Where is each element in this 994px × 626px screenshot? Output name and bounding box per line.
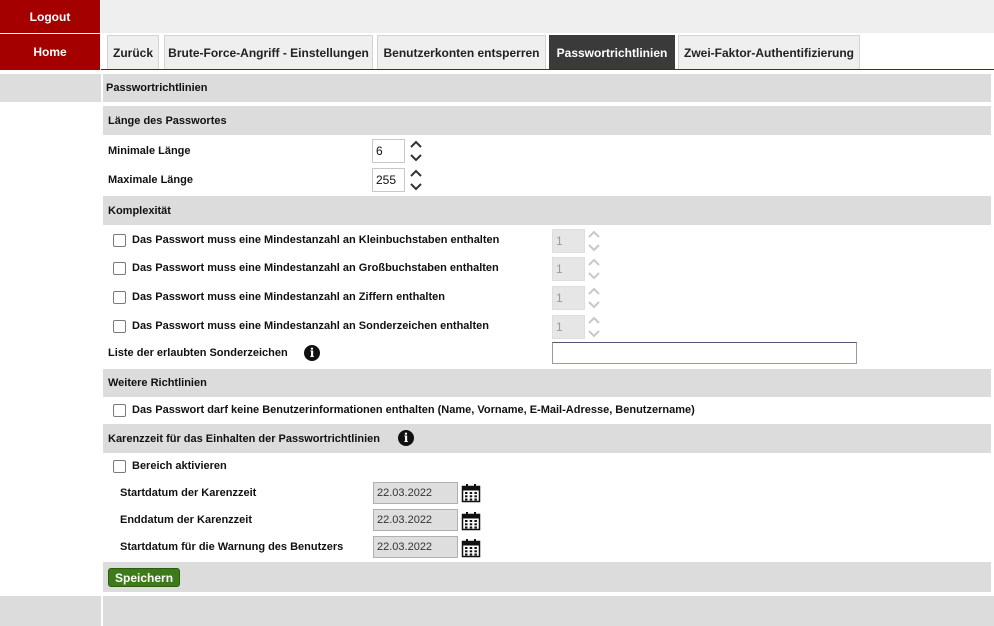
lowercase-min-stepper[interactable] [585, 229, 603, 253]
left-gutter [0, 74, 101, 102]
page-title: Passwortrichtlinien [103, 74, 991, 102]
activate-grace-label: Bereich aktivieren [132, 460, 227, 472]
section-header-length: Länge des Passwortes [103, 106, 991, 135]
chevron-down-icon[interactable] [409, 153, 423, 162]
tab-two-factor-auth[interactable]: Zwei-Faktor-Authentifizierung [678, 35, 860, 69]
chevron-up-icon[interactable] [587, 287, 601, 296]
min-length-stepper[interactable] [407, 139, 425, 163]
grace-end-date-input[interactable]: 22.03.2022 [373, 509, 458, 531]
max-length-stepper[interactable] [407, 168, 425, 192]
tab-unlock-accounts[interactable]: Benutzerkonten entsperren [377, 35, 546, 69]
uppercase-min-stepper[interactable] [585, 257, 603, 281]
no-user-info-label: Das Passwort darf keine Benutzerinformat… [132, 404, 695, 416]
special-chars-checkbox[interactable] [113, 320, 126, 333]
max-length-input[interactable]: 255 [372, 168, 405, 192]
grace-end-label: Enddatum der Karenzzeit [120, 514, 253, 526]
special-chars-min-stepper[interactable] [585, 315, 603, 339]
chevron-down-icon[interactable] [409, 182, 423, 191]
lowercase-rule-label: Das Passwort muss eine Mindestanzahl an … [132, 234, 500, 246]
top-bar [101, 0, 994, 33]
calendar-icon[interactable] [461, 483, 481, 503]
chevron-down-icon[interactable] [587, 329, 601, 338]
max-length-label: Maximale Länge [108, 174, 193, 186]
home-button[interactable]: Home [0, 34, 100, 70]
allowed-special-chars-input[interactable] [552, 342, 857, 364]
tab-back[interactable]: Zurück [107, 35, 159, 69]
tab-brute-force-settings[interactable]: Brute-Force-Angriff - Einstellungen [164, 35, 373, 69]
info-icon[interactable]: i [304, 345, 320, 361]
chevron-up-icon[interactable] [587, 230, 601, 239]
digits-checkbox[interactable] [113, 291, 126, 304]
chevron-up-icon[interactable] [587, 258, 601, 267]
section-header-grace-period: Karenzzeit für das Einhalten der Passwor… [103, 424, 991, 453]
warning-start-label: Startdatum für die Warnung des Benutzers [120, 541, 344, 553]
uppercase-min-input[interactable]: 1 [552, 257, 585, 281]
digits-min-stepper[interactable] [585, 286, 603, 310]
min-length-input[interactable]: 6 [372, 139, 405, 163]
min-length-label: Minimale Länge [108, 145, 191, 157]
uppercase-checkbox[interactable] [113, 262, 126, 275]
footer-left [0, 596, 101, 626]
save-bar [103, 562, 991, 592]
warning-start-date-input[interactable]: 22.03.2022 [373, 536, 458, 558]
grace-start-date-input[interactable]: 22.03.2022 [373, 482, 458, 504]
special-chars-min-input[interactable]: 1 [552, 315, 585, 339]
tab-password-policies[interactable]: Passwortrichtlinien [549, 35, 675, 69]
digits-rule-label: Das Passwort muss eine Mindestanzahl an … [132, 291, 445, 303]
grace-start-label: Startdatum der Karenzzeit [120, 487, 257, 499]
lowercase-min-input[interactable]: 1 [552, 229, 585, 253]
allowed-special-chars-label: Liste der erlaubten Sonderzeichen [108, 347, 288, 359]
no-user-info-checkbox[interactable] [113, 404, 126, 417]
tab-bar: Zurück Brute-Force-Angriff - Einstellung… [101, 34, 994, 70]
calendar-icon[interactable] [461, 538, 481, 558]
chevron-up-icon[interactable] [587, 316, 601, 325]
chevron-up-icon[interactable] [409, 140, 423, 149]
section-header-complexity: Komplexität [103, 196, 991, 225]
chevron-up-icon[interactable] [409, 169, 423, 178]
uppercase-rule-label: Das Passwort muss eine Mindestanzahl an … [132, 262, 499, 274]
info-icon[interactable]: i [398, 430, 414, 446]
chevron-down-icon[interactable] [587, 300, 601, 309]
footer-bar [103, 596, 994, 626]
calendar-icon[interactable] [461, 511, 481, 531]
digits-min-input[interactable]: 1 [552, 286, 585, 310]
chevron-down-icon[interactable] [587, 243, 601, 252]
section-header-further: Weitere Richtlinien [103, 369, 991, 397]
lowercase-checkbox[interactable] [113, 234, 126, 247]
activate-grace-checkbox[interactable] [113, 460, 126, 473]
save-button[interactable]: Speichern [108, 568, 181, 587]
chevron-down-icon[interactable] [587, 271, 601, 280]
special-chars-rule-label: Das Passwort muss eine Mindestanzahl an … [132, 320, 489, 332]
logout-button[interactable]: Logout [0, 0, 100, 33]
